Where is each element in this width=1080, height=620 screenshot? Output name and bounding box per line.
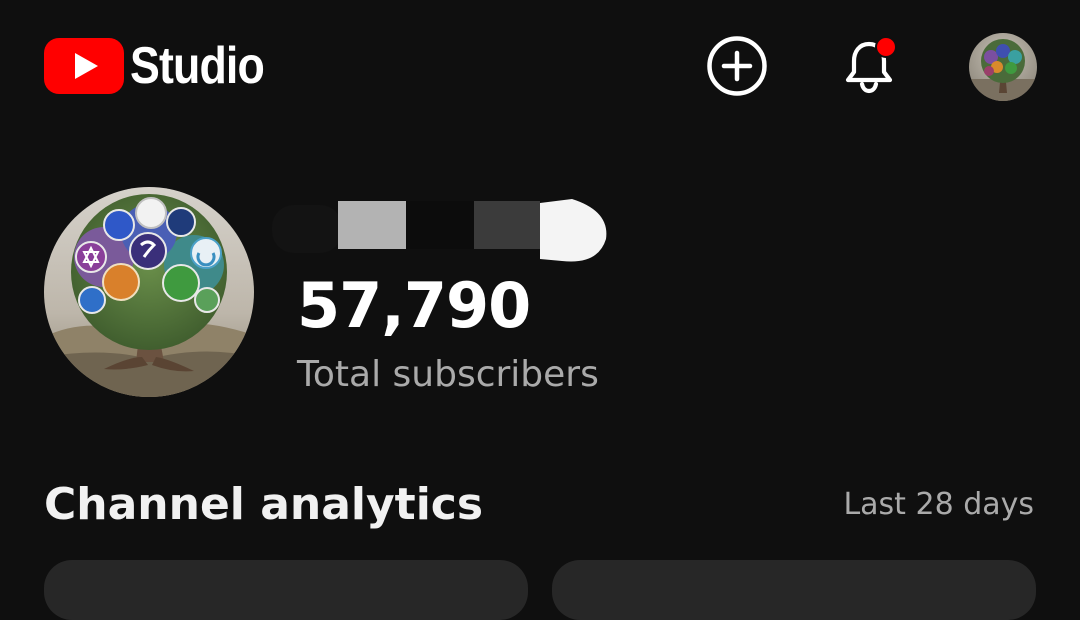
channel-name-redacted (272, 199, 607, 262)
app-name: Studio (130, 37, 265, 95)
channel-avatar-image (44, 187, 254, 397)
notification-dot (875, 36, 897, 58)
period-selector[interactable]: Last 28 days (843, 484, 1034, 526)
analytics-card[interactable] (552, 560, 1036, 620)
youtube-studio-logo[interactable]: Studio (44, 38, 286, 94)
avatar-image (969, 33, 1037, 101)
subscriber-label: Total subscribers (297, 354, 599, 395)
bell-icon (845, 36, 897, 94)
section-title: Channel analytics (44, 479, 484, 530)
account-avatar[interactable] (969, 33, 1037, 101)
notifications-button[interactable] (837, 34, 901, 98)
channel-avatar (44, 187, 254, 397)
subscriber-count: 57,790 (297, 269, 531, 342)
analytics-card[interactable] (44, 560, 528, 620)
add-circle-icon (707, 36, 767, 96)
youtube-play-icon (44, 38, 124, 94)
create-button[interactable] (705, 34, 769, 98)
